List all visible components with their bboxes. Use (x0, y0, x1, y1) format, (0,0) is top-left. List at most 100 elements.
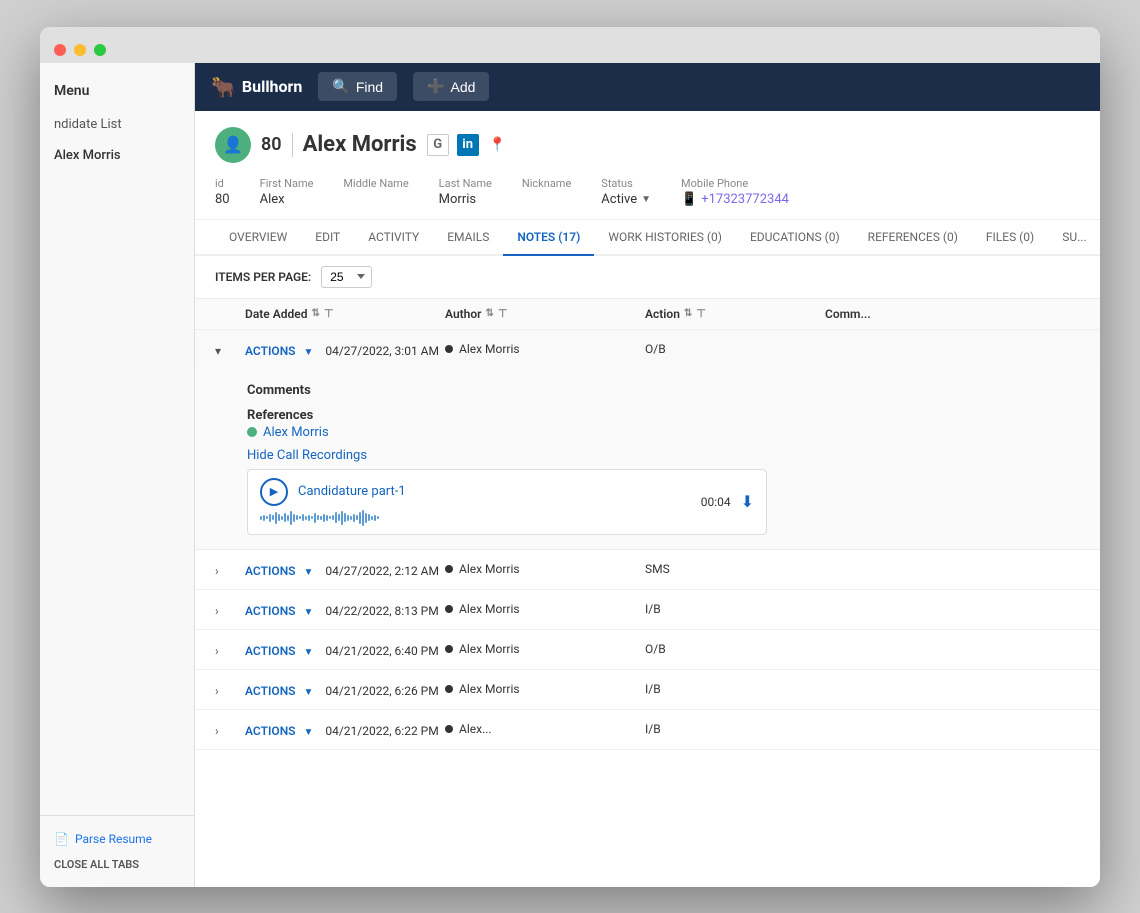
tab-work-histories[interactable]: WORK HISTORIES (0) (594, 220, 736, 256)
collapse-button-0[interactable]: ▾ (215, 344, 221, 358)
content-area: 👤 80 Alex Morris G in 📍 id 80 (195, 111, 1100, 887)
browser-chrome (40, 27, 1100, 63)
expand-button-5[interactable]: › (215, 724, 219, 738)
minimize-dot[interactable] (74, 44, 86, 56)
play-button-0[interactable]: ▶ (260, 478, 288, 506)
tab-files[interactable]: FILES (0) (972, 220, 1048, 256)
table-row: › ACTIONS ▼ 04/27/2022, 2:12 AM Alex Mor… (195, 550, 1100, 590)
chevron-down-icon: ▼ (641, 194, 651, 205)
col-date-header: Date Added ⇅ ⊤ (245, 307, 445, 321)
document-icon: 📄 (54, 832, 69, 846)
table-header: Date Added ⇅ ⊤ Author ⇅ ⊤ Action ⇅ ⊤ (195, 299, 1100, 330)
row-date-1: 04/27/2022, 2:12 AM (325, 564, 439, 578)
main-area: 🐂 Bullhorn 🔍 Find ➕ Add 👤 (195, 63, 1100, 887)
tab-more[interactable]: SU... (1048, 220, 1100, 256)
expand-button-3[interactable]: › (215, 644, 219, 658)
actions-dropdown-4[interactable]: ▼ (303, 687, 313, 698)
row-author-5: Alex... (445, 722, 645, 736)
field-id: id 80 (215, 177, 230, 207)
row-main-3: › ACTIONS ▼ 04/21/2022, 6:40 PM Alex Mor… (195, 630, 1100, 669)
tab-notes[interactable]: NOTES (17) (503, 220, 594, 256)
row-action-4: I/B (645, 682, 825, 696)
close-all-tabs-button[interactable]: CLOSE ALL TABS (54, 852, 180, 877)
col-action-header: Action ⇅ ⊤ (645, 307, 825, 321)
recording-name-0[interactable]: Candidature part-1 (298, 484, 406, 499)
actions-button-4[interactable]: ACTIONS (245, 684, 296, 698)
tab-emails[interactable]: EMAILS (433, 220, 503, 256)
sidebar-menu-label: Menu (40, 73, 194, 109)
references-section: References Alex Morris (247, 404, 1080, 440)
actions-button-1[interactable]: ACTIONS (245, 564, 296, 578)
author-dot-4 (445, 685, 453, 693)
row-date-0: 04/27/2022, 3:01 AM (325, 344, 439, 358)
table-row: › ACTIONS ▼ 04/21/2022, 6:26 PM Alex Mor… (195, 670, 1100, 710)
date-sort-icon[interactable]: ⇅ (311, 308, 319, 319)
add-button[interactable]: ➕ Add (413, 72, 489, 101)
actions-dropdown-2[interactable]: ▼ (303, 607, 313, 618)
row-action-5: I/B (645, 722, 825, 736)
tab-references[interactable]: REFERENCES (0) (854, 220, 972, 256)
table-row: › ACTIONS ▼ 04/21/2022, 6:40 PM Alex Mor… (195, 630, 1100, 670)
col-comment-header: Comm... (825, 307, 1080, 321)
tab-edit[interactable]: EDIT (301, 220, 354, 256)
row-main-1: › ACTIONS ▼ 04/27/2022, 2:12 AM Alex Mor… (195, 550, 1100, 589)
sidebar-item-candidate-list[interactable]: ndidate List (40, 109, 194, 140)
close-dot[interactable] (54, 44, 66, 56)
download-button-0[interactable]: ⬇ (741, 492, 754, 511)
tab-activity[interactable]: ACTIVITY (354, 220, 433, 256)
sidebar: Menu ndidate List Alex Morris 📄 Parse Re… (40, 63, 195, 887)
recording-item-0: ▶ Candidature part-1 00:04 ⬇ (247, 469, 767, 535)
actions-dropdown-5[interactable]: ▼ (303, 727, 313, 738)
candidate-title: 👤 80 Alex Morris G in 📍 (215, 127, 1080, 163)
ref-dot-0 (247, 427, 257, 437)
row-main-5: › ACTIONS ▼ 04/21/2022, 6:22 PM Alex... (195, 710, 1100, 749)
notes-table: Date Added ⇅ ⊤ Author ⇅ ⊤ Action ⇅ ⊤ (195, 299, 1100, 887)
hide-recordings-button[interactable]: Hide Call Recordings (247, 448, 1080, 463)
row-main-2: › ACTIONS ▼ 04/22/2022, 8:13 PM Alex Mor… (195, 590, 1100, 629)
actions-button-2[interactable]: ACTIONS (245, 604, 296, 618)
field-middle-name: Middle Name (343, 177, 408, 207)
plus-icon: ➕ (427, 78, 444, 95)
action-sort-icon[interactable]: ⇅ (684, 308, 692, 319)
find-button[interactable]: 🔍 Find (318, 72, 397, 101)
actions-dropdown-1[interactable]: ▼ (303, 567, 313, 578)
actions-dropdown-3[interactable]: ▼ (303, 647, 313, 658)
top-nav: 🐂 Bullhorn 🔍 Find ➕ Add (195, 63, 1100, 111)
ref-item-0: Alex Morris (247, 425, 1080, 440)
google-icon[interactable]: G (427, 134, 449, 156)
row-author-0: Alex Morris (445, 342, 645, 356)
tab-educations[interactable]: EDUCATIONS (0) (736, 220, 854, 256)
table-row: ▾ ACTIONS ▼ 04/27/2022, 3:01 AM Alex Mor… (195, 330, 1100, 550)
row-action-0: O/B (645, 342, 825, 356)
social-icons: G in 📍 (427, 134, 509, 156)
row-expanded-0: Comments References Alex Morris Hide Cal… (195, 369, 1100, 549)
actions-button-3[interactable]: ACTIONS (245, 644, 296, 658)
linkedin-icon[interactable]: in (457, 134, 479, 156)
location-icon[interactable]: 📍 (487, 134, 509, 156)
author-sort-icon[interactable]: ⇅ (485, 308, 493, 319)
actions-dropdown-0[interactable]: ▼ (303, 347, 313, 358)
row-date-5: 04/21/2022, 6:22 PM (325, 724, 438, 738)
ref-link-0[interactable]: Alex Morris (263, 425, 329, 440)
tab-overview[interactable]: OVERVIEW (215, 220, 301, 256)
expand-button-4[interactable]: › (215, 684, 219, 698)
items-per-page-label: ITEMS PER PAGE: (215, 270, 311, 284)
sidebar-item-alex-morris[interactable]: Alex Morris (40, 140, 194, 171)
parse-resume-button[interactable]: 📄 Parse Resume (54, 826, 180, 852)
date-filter-icon[interactable]: ⊤ (324, 307, 334, 320)
divider (292, 133, 293, 157)
status-select[interactable]: Active ▼ (601, 192, 651, 207)
action-filter-icon[interactable]: ⊤ (696, 307, 706, 320)
row-author-2: Alex Morris (445, 602, 645, 616)
expand-button-2[interactable]: › (215, 604, 219, 618)
author-filter-icon[interactable]: ⊤ (498, 307, 508, 320)
items-per-page-select[interactable]: 25 50 100 (321, 266, 372, 288)
recording-duration-0: 00:04 (701, 495, 731, 509)
expand-button-1[interactable]: › (215, 564, 219, 578)
actions-button-5[interactable]: ACTIONS (245, 724, 296, 738)
comments-section: Comments (247, 379, 1080, 398)
expand-dot[interactable] (94, 44, 106, 56)
col-author-header: Author ⇅ ⊤ (445, 307, 645, 321)
actions-button-0[interactable]: ACTIONS (245, 344, 296, 358)
sidebar-bottom: 📄 Parse Resume CLOSE ALL TABS (40, 815, 194, 887)
